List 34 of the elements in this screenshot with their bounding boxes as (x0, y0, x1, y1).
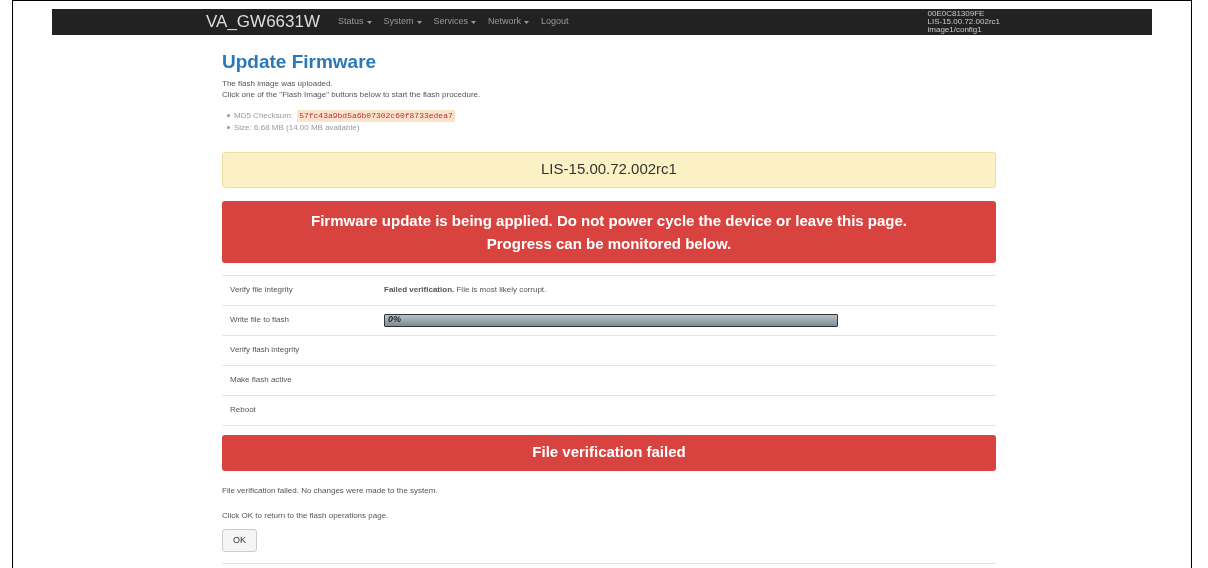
step-label: Make flash active (229, 374, 293, 386)
version-banner: LIS-15.00.72.002rc1 (222, 151, 996, 188)
result-text: File verification failed. No changes were made to the system. (222, 484, 439, 497)
bullet-icon (227, 114, 230, 117)
caret-icon (366, 20, 372, 24)
device-info: 00E0C81309FE (927, 10, 986, 18)
step-label: Verify file integrity (229, 284, 294, 296)
device-info: LIS-15.00.72.002rc1 (927, 18, 1000, 26)
result-text: Click OK to return to the flash operations page. (222, 509, 390, 522)
caret-icon (416, 20, 422, 24)
detail-label: MD5 Checksum: (234, 109, 294, 122)
checksum-value: 57fc43a9bd5a6b07302c60f8733edea7 (297, 109, 455, 122)
caret-icon (524, 20, 530, 24)
error-banner: File verification failed (222, 434, 996, 471)
bullet-icon (227, 126, 230, 129)
progress-text: 0% (387, 313, 401, 327)
nav-link[interactable]: Logout (541, 15, 569, 29)
ok-button[interactable]: OK (222, 528, 257, 552)
nav-link[interactable]: Network (488, 15, 530, 29)
nav-link[interactable]: System (383, 15, 422, 29)
brand-title[interactable]: VA_GW6631W (206, 9, 320, 35)
step-message: Failed verification. File is most likely corrupt. (384, 284, 547, 296)
step-label: Write file to flash (229, 314, 290, 326)
nav-link[interactable]: Services (433, 15, 477, 29)
nav-link[interactable]: Status (338, 15, 372, 29)
step-label: Verify flash integrity (229, 344, 301, 356)
intro-text: Click one of the "Flash Image" buttons below to start the flash procedure. (222, 88, 482, 100)
step-label: Reboot (229, 404, 257, 416)
page-title: Update Firmware (222, 50, 378, 74)
detail-label: Size: 6.68 MB (14.00 MB available) (234, 121, 360, 134)
caret-icon (471, 20, 477, 24)
warning-banner: Firmware update is being applied. Do not power cycle the device or leave this page. Progress can be monitored below. (222, 200, 996, 263)
device-info: image1/config1 (927, 26, 983, 34)
intro-text: The flash image was uploaded. (222, 77, 334, 89)
